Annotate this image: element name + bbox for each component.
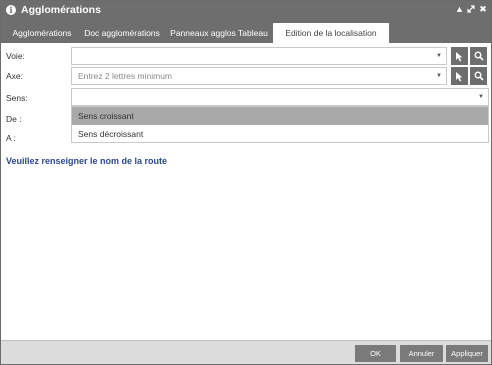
voie-search-button[interactable]	[470, 47, 487, 65]
tab-panneaux-agglos-tableau[interactable]: Panneaux agglos Tableau	[167, 23, 271, 43]
dialog-window: i Agglomérations ▲ ✖ Agglomérations Doc …	[0, 0, 492, 365]
validation-message: Veuillez renseigner le nom de la route	[6, 156, 168, 166]
cursor-icon	[456, 71, 463, 81]
search-icon	[474, 51, 484, 61]
cancel-button[interactable]: Annuler	[400, 345, 443, 362]
sens-label: Sens:	[6, 93, 28, 103]
axe-pick-button[interactable]	[451, 67, 468, 85]
axe-search-button[interactable]	[470, 67, 487, 85]
ok-button[interactable]: OK	[355, 345, 396, 362]
chevron-down-icon: ▼	[436, 73, 442, 79]
option-sens-decroissant[interactable]: Sens décroissant	[72, 125, 488, 143]
cursor-icon	[456, 51, 463, 61]
tab-doc-agglomerations[interactable]: Doc agglomérations	[81, 23, 163, 43]
tab-agglomerations[interactable]: Agglomérations	[9, 23, 75, 43]
tab-edition-localisation[interactable]: Edition de la localisation	[273, 23, 389, 43]
sens-select[interactable]: ▼	[71, 88, 489, 106]
apply-button[interactable]: Appliquer	[446, 345, 488, 362]
voie-pick-button[interactable]	[451, 47, 468, 65]
sens-dropdown-list: Sens croissant Sens décroissant	[71, 106, 489, 143]
voie-select[interactable]: ▼	[71, 47, 447, 65]
de-label: De :	[6, 114, 22, 124]
a-label: A :	[6, 133, 16, 143]
tab-bar: Agglomérations Doc agglomérations Pannea…	[1, 18, 491, 43]
option-sens-croissant[interactable]: Sens croissant	[72, 107, 488, 125]
collapse-icon[interactable]: ▲	[455, 3, 464, 16]
maximize-icon[interactable]	[467, 3, 475, 16]
chevron-down-icon: ▼	[436, 53, 442, 59]
axe-placeholder: Entrez 2 lettres minimum	[78, 71, 172, 81]
title-bar[interactable]: i Agglomérations ▲ ✖	[1, 1, 491, 18]
axe-input[interactable]: Entrez 2 lettres minimum ▼	[71, 67, 447, 85]
chevron-down-icon: ▼	[478, 94, 484, 100]
close-icon[interactable]: ✖	[479, 3, 487, 16]
footer-bar: OK Annuler Appliquer	[1, 340, 491, 364]
info-icon: i	[6, 4, 16, 15]
window-title: Agglomérations	[21, 3, 101, 16]
window-controls: ▲ ✖	[455, 3, 487, 16]
voie-label: Voie:	[6, 51, 25, 61]
search-icon	[474, 71, 484, 81]
axe-label: Axe:	[6, 71, 24, 81]
